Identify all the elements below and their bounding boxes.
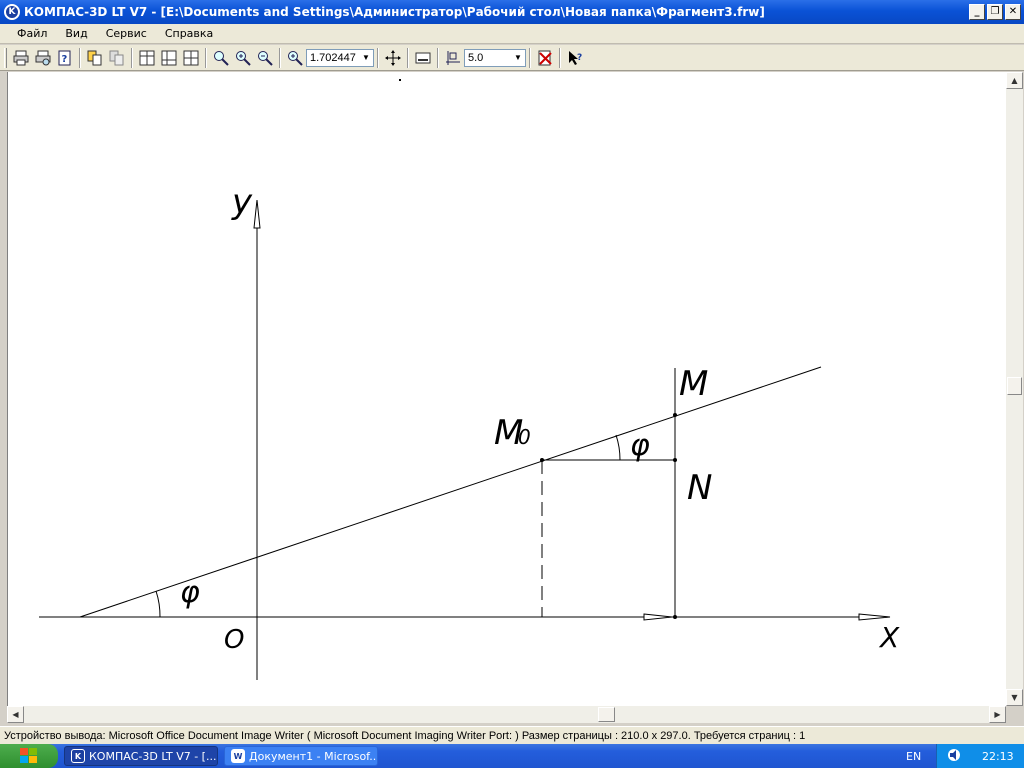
status-bar: Устройство вывода: Microsoft Office Docu… [0, 726, 1024, 744]
point-m [673, 413, 677, 417]
point-m0 [540, 458, 544, 462]
task-kompas-label: КОМПАС-3D LT V7 - [... [89, 749, 217, 763]
pan-icon[interactable] [382, 47, 404, 69]
check-icon[interactable] [534, 47, 556, 69]
zoom-in-icon[interactable] [232, 47, 254, 69]
task-word-label: Документ1 - Microsof... [249, 749, 378, 763]
chevron-down-icon[interactable]: ▼ [511, 50, 525, 66]
scroll-right-icon[interactable]: ▶ [989, 706, 1006, 723]
view-all-icon[interactable] [136, 47, 158, 69]
clock[interactable]: 22:13 [982, 750, 1014, 763]
redraw-icon[interactable] [412, 47, 434, 69]
mid-axis-arrow [643, 613, 673, 621]
window-controls: _ ❐ ✕ [969, 4, 1021, 20]
toolbar-separator [205, 47, 207, 68]
drawing-canvas[interactable]: y X O M M 0 N φ φ [7, 72, 1006, 706]
point-n-projection [673, 615, 677, 619]
scroll-up-icon[interactable]: ▲ [1006, 72, 1023, 89]
task-word[interactable]: W Документ1 - Microsof... [224, 746, 378, 766]
toolbar-separator [437, 47, 439, 68]
step-value: 5.0 [468, 51, 484, 64]
kompas-task-icon: K [71, 749, 85, 763]
toolbar-separator [279, 47, 281, 68]
point-n [673, 458, 677, 462]
label-y: y [231, 182, 253, 222]
toolbar: ? 1.702447 ▼ 5.0 ▼ ? [0, 45, 1024, 71]
label-phi-bottom: φ [180, 575, 200, 610]
angle-arc-top [615, 434, 621, 461]
horizontal-scrollbar[interactable]: ◀ ▶ [7, 706, 1006, 723]
toolbar-separator [377, 47, 379, 68]
restore-icon[interactable]: ❐ [987, 4, 1003, 20]
minimize-icon[interactable]: _ [969, 4, 985, 20]
menu-view[interactable]: Вид [56, 27, 96, 40]
menu-bar: Файл Вид Сервис Справка [0, 24, 1024, 44]
y-axis-arrow [253, 199, 261, 229]
close-icon[interactable]: ✕ [1005, 4, 1021, 20]
context-help-icon[interactable]: ? [564, 47, 586, 69]
vertical-scrollbar[interactable]: ▲ ▼ [1006, 72, 1023, 706]
label-m: M [679, 364, 708, 404]
zoom-out-icon[interactable] [254, 47, 276, 69]
status-text: Устройство вывода: Microsoft Office Docu… [4, 729, 806, 742]
svg-text:?: ? [62, 54, 68, 65]
view-grid-icon[interactable] [158, 47, 180, 69]
label-n: N [687, 468, 712, 508]
toolbar-separator [559, 47, 561, 68]
zoom-combo[interactable]: 1.702447 ▼ [306, 48, 374, 67]
label-phi-top: φ [630, 428, 650, 463]
x-axis-arrow [858, 613, 891, 621]
stray-mark [399, 79, 401, 81]
toolbar-separator [407, 47, 409, 68]
drawing-svg: y X O M M 0 N φ φ [39, 79, 900, 680]
menu-help[interactable]: Справка [156, 27, 222, 40]
zoom-window-icon[interactable] [210, 47, 232, 69]
zoom-scale-icon[interactable] [284, 47, 306, 69]
language-indicator[interactable]: EN [906, 744, 921, 768]
kompas-logo-icon[interactable]: K [4, 4, 20, 20]
svg-text:?: ? [577, 53, 582, 63]
toolbar-separator [79, 47, 81, 68]
scroll-down-icon[interactable]: ▼ [1006, 689, 1023, 706]
volume-icon[interactable] [947, 748, 961, 765]
step-combo[interactable]: 5.0 ▼ [464, 48, 526, 67]
horizontal-scroll-thumb[interactable] [598, 707, 615, 722]
windows-logo-icon [20, 748, 37, 763]
chevron-down-icon[interactable]: ▼ [359, 50, 373, 66]
menu-file[interactable]: Файл [8, 27, 56, 40]
toolbar-separator [529, 47, 531, 68]
cursor-step-icon[interactable] [442, 47, 464, 69]
paste-props-icon[interactable] [106, 47, 128, 69]
task-kompas[interactable]: K КОМПАС-3D LT V7 - [... [64, 746, 218, 766]
toolbar-grip[interactable] [4, 47, 7, 68]
angle-arc-bottom [155, 590, 161, 618]
print-preview-icon[interactable] [32, 47, 54, 69]
scroll-left-icon[interactable]: ◀ [7, 706, 24, 723]
help-doc-icon[interactable]: ? [54, 47, 76, 69]
label-m0-subscript: 0 [518, 425, 531, 449]
view-layout-icon[interactable] [180, 47, 202, 69]
vertical-scroll-thumb[interactable] [1007, 377, 1022, 395]
system-tray: 22:13 [936, 744, 1024, 768]
zoom-value: 1.702447 [310, 51, 356, 64]
label-x: X [878, 621, 900, 654]
toolbar-separator [131, 47, 133, 68]
window-title: КОМПАС-3D LT V7 - [E:\Documents and Sett… [24, 5, 765, 19]
menu-service[interactable]: Сервис [97, 27, 156, 40]
title-bar: K КОМПАС-3D LT V7 - [E:\Documents and Se… [0, 0, 1024, 24]
word-task-icon: W [231, 749, 245, 763]
taskbar: K КОМПАС-3D LT V7 - [... W Документ1 - M… [0, 744, 1024, 768]
start-button[interactable] [0, 744, 58, 768]
work-area: y X O M M 0 N φ φ ▲ ▼ ◀ ▶ [0, 72, 1024, 724]
print-icon[interactable] [10, 47, 32, 69]
copy-props-icon[interactable] [84, 47, 106, 69]
label-origin: O [224, 625, 244, 655]
